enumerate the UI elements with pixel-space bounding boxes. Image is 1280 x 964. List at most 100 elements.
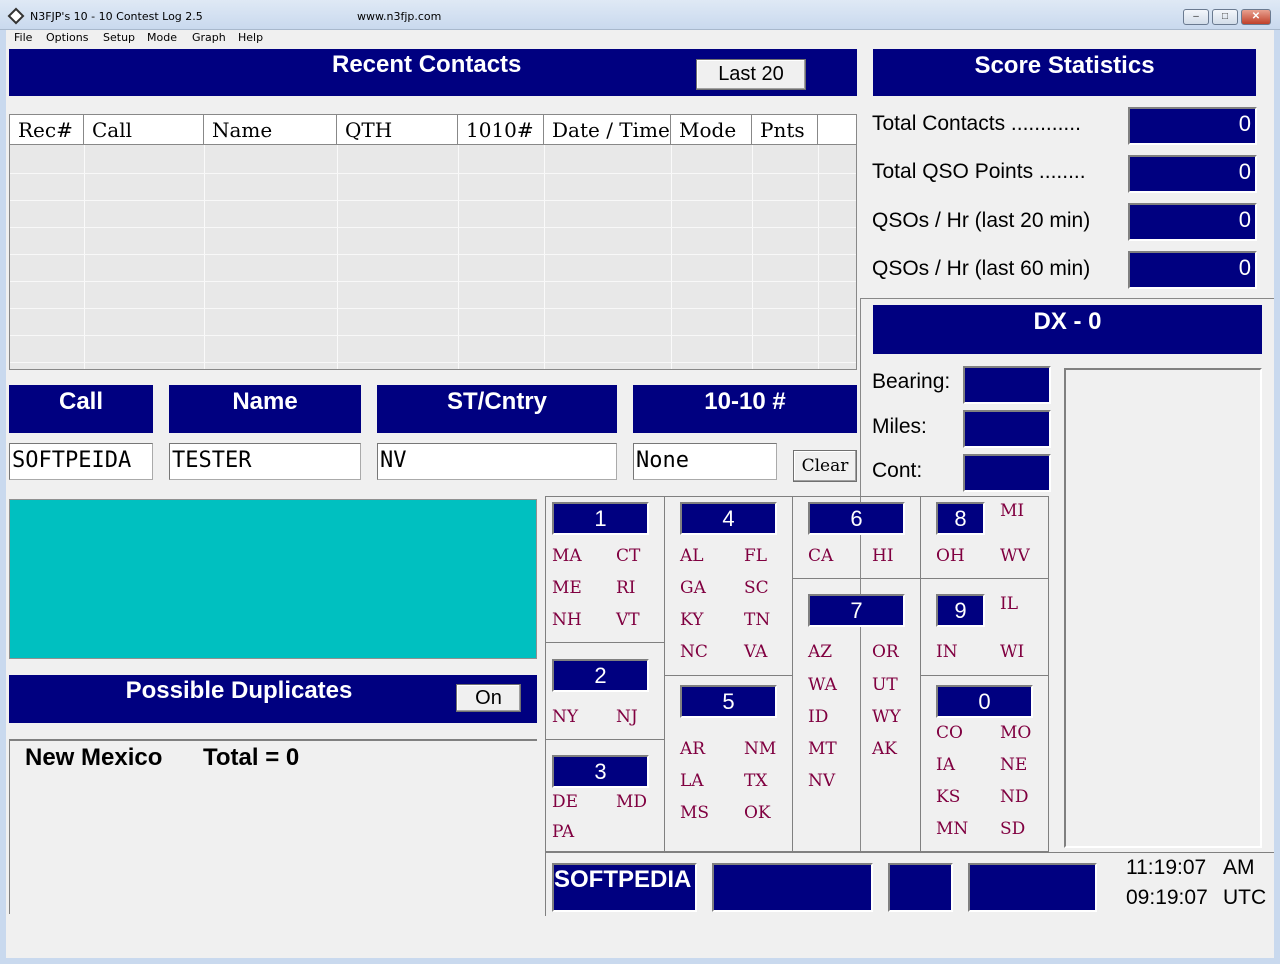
state-al[interactable]: AL: [680, 546, 704, 566]
state-il[interactable]: IL: [1000, 594, 1018, 614]
state-wv[interactable]: WV: [1000, 546, 1030, 566]
state-oh[interactable]: OH: [936, 546, 965, 566]
app-diamond-icon: [7, 7, 25, 25]
state-nm[interactable]: NM: [744, 739, 776, 759]
state-sd[interactable]: SD: [1000, 819, 1025, 839]
recent-contacts-grid[interactable]: Rec# Call Name QTH 1010# Date / Time Mod…: [9, 114, 857, 370]
state-ok[interactable]: OK: [744, 803, 771, 823]
column-mode[interactable]: Mode: [671, 115, 752, 145]
clear-button[interactable]: Clear: [793, 450, 857, 482]
region-0-label: 0: [936, 685, 1033, 718]
column-call[interactable]: Call: [84, 115, 204, 145]
state-ky[interactable]: KY: [680, 610, 703, 630]
state-wy[interactable]: WY: [872, 707, 901, 727]
st-cntry-input-text[interactable]: [380, 444, 616, 478]
state-nh[interactable]: NH: [552, 610, 582, 630]
state-co[interactable]: CO: [936, 723, 963, 743]
state-ms[interactable]: MS: [680, 803, 709, 823]
state-az[interactable]: AZ: [808, 642, 832, 662]
state-me[interactable]: ME: [552, 578, 582, 598]
state-or[interactable]: OR: [872, 642, 899, 662]
last-20-button[interactable]: Last 20: [696, 59, 806, 90]
state-sc[interactable]: SC: [744, 578, 769, 598]
column-pnts[interactable]: Pnts: [752, 115, 818, 145]
window-frame-bottom: [0, 958, 1280, 964]
miles-label: Miles:: [872, 415, 927, 438]
miles-value: [963, 410, 1051, 448]
state-tn[interactable]: TN: [744, 610, 770, 630]
state-ak[interactable]: AK: [872, 739, 897, 759]
state-la[interactable]: LA: [680, 771, 704, 791]
region-3-label: 3: [552, 755, 649, 788]
region-2-label: 2: [552, 659, 649, 692]
name-input[interactable]: [169, 443, 361, 480]
state-mo[interactable]: MO: [1000, 723, 1031, 743]
menu-options[interactable]: Options: [46, 31, 88, 44]
column-rec[interactable]: Rec#: [10, 115, 84, 145]
name-input-text[interactable]: [172, 444, 360, 478]
state-de[interactable]: DE: [552, 792, 578, 812]
state-ct[interactable]: CT: [616, 546, 640, 566]
state-mt[interactable]: MT: [808, 739, 837, 759]
region-9-label: 9: [936, 594, 985, 627]
st-cntry-input[interactable]: [377, 443, 617, 480]
state-in[interactable]: IN: [936, 642, 958, 662]
duplicates-state-text: New Mexico: [25, 744, 163, 771]
state-pa[interactable]: PA: [552, 822, 574, 842]
close-button[interactable]: ✕: [1241, 9, 1271, 25]
total-contacts-label: Total Contacts ............: [872, 112, 1081, 135]
qsos-hr-60-value: 0: [1128, 251, 1257, 289]
menu-help[interactable]: Help: [238, 31, 263, 44]
column-datetime[interactable]: Date / Time: [544, 115, 671, 145]
call-input[interactable]: [9, 443, 153, 480]
state-id[interactable]: ID: [808, 707, 828, 727]
name-label: Name: [169, 385, 361, 433]
maximize-button[interactable]: □: [1212, 9, 1238, 25]
state-ma[interactable]: MA: [552, 546, 582, 566]
menu-graph[interactable]: Graph: [192, 31, 226, 44]
state-wa[interactable]: WA: [808, 675, 837, 695]
state-tx[interactable]: TX: [744, 771, 767, 791]
state-wi[interactable]: WI: [1000, 642, 1024, 662]
status-box-2: [712, 863, 873, 912]
state-ks[interactable]: KS: [936, 787, 960, 807]
state-ca[interactable]: CA: [808, 546, 833, 566]
state-va[interactable]: VA: [744, 642, 767, 662]
column-1010[interactable]: 1010#: [458, 115, 544, 145]
window-url: www.n3fjp.com: [357, 10, 442, 23]
ten-ten-input-text[interactable]: [636, 444, 776, 478]
ten-ten-label: 10-10 #: [633, 385, 857, 433]
minimize-button[interactable]: –: [1183, 9, 1209, 25]
qsos-hr-20-label: QSOs / Hr (last 20 min): [872, 209, 1091, 232]
state-ga[interactable]: GA: [680, 578, 706, 598]
duplicates-header: Possible Duplicates On: [9, 675, 537, 723]
state-ut[interactable]: UT: [872, 675, 898, 695]
state-nc[interactable]: NC: [680, 642, 708, 662]
state-hi[interactable]: HI: [872, 546, 894, 566]
region-6-label: 6: [808, 502, 905, 535]
state-ia[interactable]: IA: [936, 755, 955, 775]
duplicates-total-text: Total = 0: [203, 744, 300, 771]
state-md[interactable]: MD: [616, 792, 647, 812]
menu-mode[interactable]: Mode: [147, 31, 177, 44]
state-vt[interactable]: VT: [616, 610, 640, 630]
st-cntry-label: ST/Cntry: [377, 385, 617, 433]
state-nd[interactable]: ND: [1000, 787, 1029, 807]
state-fl[interactable]: FL: [744, 546, 767, 566]
state-nj[interactable]: NJ: [616, 707, 638, 727]
duplicates-toggle-button[interactable]: On: [456, 684, 521, 712]
state-ar[interactable]: AR: [680, 739, 705, 759]
column-qth[interactable]: QTH: [337, 115, 458, 145]
state-mn[interactable]: MN: [936, 819, 968, 839]
state-ny[interactable]: NY: [552, 707, 578, 727]
call-input-text[interactable]: [12, 444, 152, 478]
state-nv[interactable]: NV: [808, 771, 835, 791]
state-mi[interactable]: MI: [1000, 501, 1024, 521]
ten-ten-input[interactable]: [633, 443, 777, 480]
state-ri[interactable]: RI: [616, 578, 636, 598]
state-ne[interactable]: NE: [1000, 755, 1027, 775]
menu-file[interactable]: File: [14, 31, 32, 44]
menu-setup[interactable]: Setup: [103, 31, 135, 44]
column-name[interactable]: Name: [204, 115, 337, 145]
dx-map-area: [1064, 368, 1262, 848]
